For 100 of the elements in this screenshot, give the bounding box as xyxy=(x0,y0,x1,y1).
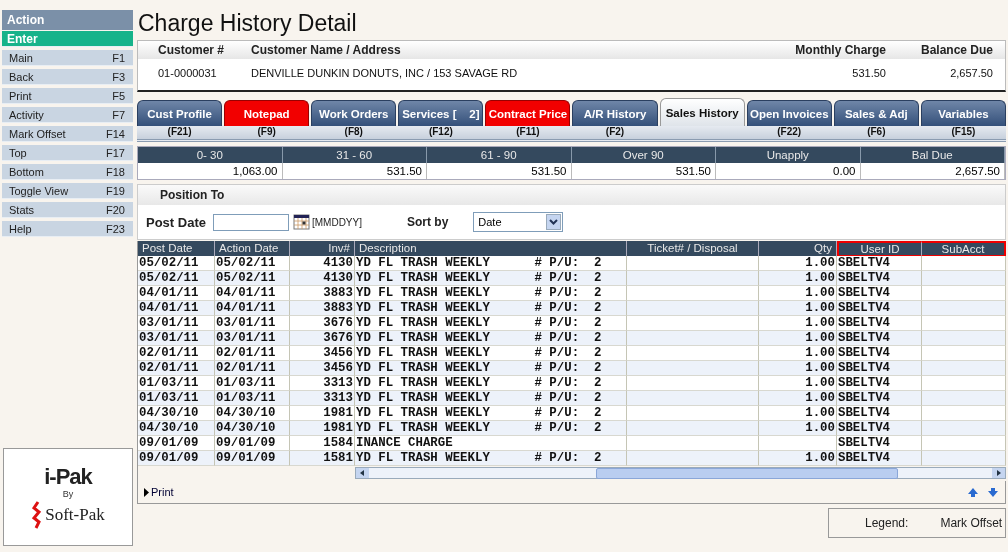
column-header[interactable]: Inv# xyxy=(290,241,355,257)
menu-item[interactable]: Stats F20 xyxy=(2,202,133,218)
table-cell: 01/03/11 xyxy=(138,391,215,406)
column-header: Customer # xyxy=(157,43,226,57)
menu-item[interactable]: Help F23 xyxy=(2,221,133,237)
arrow-up-icon[interactable] xyxy=(967,486,979,498)
print-link[interactable]: Print xyxy=(151,486,174,498)
field-value: 2,657.50 xyxy=(949,67,994,79)
table-cell: 05/02/11 xyxy=(138,256,215,271)
menu-item[interactable]: Back F3 xyxy=(2,69,133,85)
triangle-icon xyxy=(144,487,149,497)
menu-item[interactable]: Main F1 xyxy=(2,50,133,66)
sort-dropdown[interactable]: Date xyxy=(473,212,564,232)
menu-item[interactable]: Bottom F18 xyxy=(2,164,133,180)
tab[interactable]: A/R History xyxy=(572,100,658,126)
column-header[interactable]: Action Date xyxy=(215,241,290,257)
table-cell: YD FL TRASH WEEKLY # P/U: 2 xyxy=(355,346,627,361)
table-cell: 02/01/11 xyxy=(138,346,215,361)
table-cell: SBELTV4 xyxy=(837,436,922,451)
menu-item[interactable]: Mark Offset F14 xyxy=(2,126,133,142)
column-header[interactable]: User ID xyxy=(837,241,922,257)
table-cell: SBELTV4 xyxy=(837,271,922,286)
sidebar-header: Action xyxy=(2,10,133,30)
table-cell: 1.00 xyxy=(759,331,837,346)
arrow-down-icon[interactable] xyxy=(987,486,999,498)
date-field[interactable] xyxy=(212,213,289,231)
table-cell: YD FL TRASH WEEKLY # P/U: 2 xyxy=(355,406,627,421)
table-cell: SBELTV4 xyxy=(837,301,922,316)
column-header[interactable]: Ticket# / Disposal xyxy=(627,241,759,257)
table-cell: YD FL TRASH WEEKLY # P/U: 2 xyxy=(355,331,627,346)
table-cell: INANCE CHARGE xyxy=(355,436,627,451)
column-header: 31 - 60 xyxy=(282,147,427,163)
table-cell: 1584 xyxy=(290,436,355,451)
logo-maker: Soft-Pak xyxy=(45,504,105,525)
column-header[interactable]: Description xyxy=(355,241,627,257)
function-key: (F22) xyxy=(746,125,832,139)
table-cell: 1581 xyxy=(290,451,355,466)
tab[interactable]: Cust Profile xyxy=(137,100,223,126)
table-cell: YD FL TRASH WEEKLY # P/U: 2 xyxy=(355,286,627,301)
menu-item[interactable]: Top F17 xyxy=(2,145,133,161)
table-cell: 3456 xyxy=(290,361,355,376)
legend-value: Mark Offset xyxy=(940,516,1003,530)
table-cell: 531.50 xyxy=(427,163,572,179)
menu-item[interactable]: Toggle View F19 xyxy=(2,183,133,199)
tab[interactable]: Services [ 2] xyxy=(398,100,484,126)
tab[interactable]: Open Invoices xyxy=(746,100,832,126)
table-cell: 04/30/10 xyxy=(215,421,290,436)
table-cell: 1.00 xyxy=(759,406,837,421)
table-cell: 05/02/11 xyxy=(138,271,215,286)
table-cell: SBELTV4 xyxy=(837,451,922,466)
function-key: (F2) xyxy=(572,125,658,139)
column-header: Unapply xyxy=(716,147,861,163)
tab[interactable]: Contract Price xyxy=(485,100,571,126)
tab[interactable]: Variables xyxy=(920,100,1006,126)
tab[interactable]: Sales & Adj xyxy=(833,100,919,126)
table-cell: 531.50 xyxy=(282,163,427,179)
column-header: 0- 30 xyxy=(138,147,283,163)
scroll-left-icon[interactable] xyxy=(356,468,369,478)
table-cell: 01/03/11 xyxy=(138,376,215,391)
table-cell: 531.50 xyxy=(571,163,716,179)
table-cell: 1981 xyxy=(290,406,355,421)
column-header[interactable]: Post Date xyxy=(138,241,215,257)
horizontal-scrollbar[interactable] xyxy=(355,467,1006,479)
table-cell: 1.00 xyxy=(759,421,837,436)
function-key: (F12) xyxy=(398,125,484,139)
tab[interactable]: Sales History xyxy=(659,98,745,126)
table-cell: YD FL TRASH WEEKLY # P/U: 2 xyxy=(355,301,627,316)
logo-byline: By xyxy=(62,488,74,500)
column-header: Customer Name / Address xyxy=(251,43,402,57)
menu-item[interactable]: Activity F7 xyxy=(2,107,133,123)
column-header: 61 - 90 xyxy=(427,147,572,163)
scroll-thumb[interactable] xyxy=(596,467,898,479)
table-cell: 1.00 xyxy=(759,391,837,406)
tab[interactable]: Notepad xyxy=(224,100,310,126)
table-cell: 09/01/09 xyxy=(215,436,290,451)
column-header: Balance Due xyxy=(919,43,994,57)
table-cell: YD FL TRASH WEEKLY # P/U: 2 xyxy=(355,421,627,436)
table-cell: SBELTV4 xyxy=(837,316,922,331)
function-key: (F6) xyxy=(833,125,919,139)
calendar-icon[interactable] xyxy=(292,214,310,230)
table-cell: 04/30/10 xyxy=(215,406,290,421)
table-cell: 05/02/11 xyxy=(215,271,290,286)
scroll-right-icon[interactable] xyxy=(992,468,1005,478)
caret-icon xyxy=(549,219,559,225)
tab[interactable]: Work Orders xyxy=(311,100,397,126)
column-header: Monthly Charge xyxy=(794,43,886,57)
table-cell: 04/01/11 xyxy=(215,301,290,316)
table-cell: 09/01/09 xyxy=(215,451,290,466)
logo-brand: i-Pak xyxy=(44,464,92,489)
page-title: Charge History Detail xyxy=(137,10,358,38)
table-cell: 1.00 xyxy=(759,451,837,466)
section-heading: Position To xyxy=(138,185,1005,205)
function-key: (F11) xyxy=(485,125,571,139)
column-header: Bal Due xyxy=(860,147,1005,163)
column-header[interactable]: SubAcct xyxy=(922,241,1006,257)
table-cell: 01/03/11 xyxy=(215,376,290,391)
table-cell: 1.00 xyxy=(759,346,837,361)
column-header[interactable]: Qty xyxy=(759,241,837,257)
menu-item[interactable]: Print F5 xyxy=(2,88,133,104)
table-cell: YD FL TRASH WEEKLY # P/U: 2 xyxy=(355,271,627,286)
